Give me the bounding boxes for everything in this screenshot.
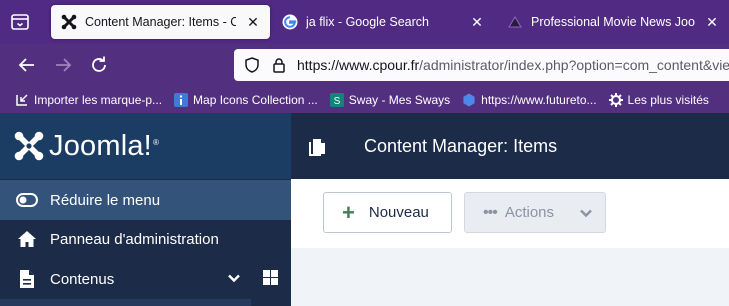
forward-arrow-icon[interactable] bbox=[51, 53, 75, 77]
content-area bbox=[291, 248, 729, 306]
menu-item-label: Panneau d'administration bbox=[50, 230, 219, 248]
file-icon bbox=[16, 268, 38, 290]
bookmark-label: Map Icons Collection ... bbox=[193, 92, 318, 107]
new-button-label: Nouveau bbox=[368, 204, 429, 221]
menu-item-label: Contenus bbox=[50, 270, 115, 288]
browser-tab-bar: Content Manager: Items - Cpour ✕ ja flix… bbox=[0, 0, 729, 44]
bookmark-map-icons[interactable]: Map Icons Collection ... bbox=[173, 92, 318, 108]
info-icon bbox=[173, 92, 189, 108]
joomla-logo-icon bbox=[14, 131, 44, 161]
joomla-dark-icon bbox=[507, 14, 523, 30]
menu-item-content[interactable]: Contenus bbox=[0, 259, 291, 299]
tab-list-icon[interactable] bbox=[8, 10, 32, 34]
url-host: https://www.cpour.fr bbox=[297, 57, 420, 73]
joomla-logo[interactable]: Joomla! ® bbox=[13, 130, 159, 163]
bookmark-futuretools[interactable]: https://www.futureto... bbox=[461, 92, 597, 108]
tab-google-search[interactable]: ja flix - Google Search ✕ bbox=[272, 5, 494, 39]
ellipsis-icon: ••• bbox=[483, 203, 498, 221]
dashboard-grid-icon[interactable] bbox=[262, 269, 279, 290]
gear-icon bbox=[608, 92, 624, 108]
close-icon[interactable]: ✕ bbox=[468, 13, 486, 31]
address-bar[interactable]: https://www.cpour.fr/administrator/index… bbox=[234, 49, 729, 81]
shield-icon[interactable] bbox=[243, 56, 261, 74]
bookmarks-bar: Importer les marque-p... Map Icons Colle… bbox=[0, 86, 729, 113]
brand-bar: Joomla! ® bbox=[0, 113, 291, 179]
home-icon bbox=[16, 228, 38, 250]
bookmark-label: Les plus visités bbox=[627, 92, 709, 107]
brand-name: Joomla! bbox=[49, 129, 152, 162]
chevron-down-icon[interactable] bbox=[226, 270, 242, 290]
reload-icon[interactable] bbox=[87, 53, 111, 77]
close-icon[interactable]: ✕ bbox=[244, 13, 262, 31]
submenu-strip bbox=[0, 299, 251, 306]
menu-toggle[interactable]: Réduire le menu bbox=[0, 180, 291, 220]
back-arrow-icon[interactable] bbox=[15, 53, 39, 77]
bookmark-most-visited[interactable]: Les plus visités bbox=[608, 92, 709, 108]
hexagon-icon bbox=[461, 92, 477, 108]
page-header: Content Manager: Items bbox=[291, 113, 729, 179]
tab-movie-news[interactable]: Professional Movie News Joomla ✕ bbox=[497, 5, 729, 39]
url-text[interactable]: https://www.cpour.fr/administrator/index… bbox=[297, 57, 729, 73]
lock-icon[interactable] bbox=[270, 56, 288, 74]
bookmark-import[interactable]: Importer les marque-p... bbox=[14, 92, 162, 108]
sway-icon: S bbox=[329, 92, 345, 108]
menu-item-dashboard[interactable]: Panneau d'administration bbox=[0, 219, 291, 259]
svg-text:S: S bbox=[333, 96, 340, 107]
menu-toggle-label: Réduire le menu bbox=[50, 191, 161, 209]
url-path: /administrator/index.php?option=com_cont… bbox=[419, 57, 729, 73]
tab-content-manager[interactable]: Content Manager: Items - Cpour ✕ bbox=[51, 5, 270, 39]
brand-trademark: ® bbox=[152, 137, 160, 147]
bookmark-label: Importer les marque-p... bbox=[34, 92, 163, 107]
new-button[interactable]: + Nouveau bbox=[323, 192, 452, 233]
chevron-down-icon bbox=[578, 205, 594, 225]
bookmark-sway[interactable]: S Sway - Mes Sways bbox=[329, 92, 450, 108]
page-title: Content Manager: Items bbox=[364, 135, 558, 156]
plus-icon: + bbox=[342, 199, 355, 225]
bookmark-label: Sway - Mes Sways bbox=[348, 92, 451, 107]
tab-title: ja flix - Google Search bbox=[306, 15, 429, 29]
close-icon[interactable]: ✕ bbox=[703, 13, 721, 31]
tab-title: Content Manager: Items - Cpour bbox=[85, 15, 236, 29]
actions-label: Actions bbox=[504, 204, 555, 221]
bookmark-label: https://www.futureto... bbox=[481, 92, 597, 107]
google-icon bbox=[282, 14, 298, 30]
toggle-icon bbox=[16, 189, 38, 211]
import-icon bbox=[14, 92, 30, 108]
tab-title: Professional Movie News Joomla bbox=[531, 15, 695, 29]
copy-icon bbox=[306, 135, 328, 157]
joomla-icon bbox=[61, 14, 77, 30]
actions-dropdown[interactable]: ••• Actions bbox=[464, 192, 606, 233]
